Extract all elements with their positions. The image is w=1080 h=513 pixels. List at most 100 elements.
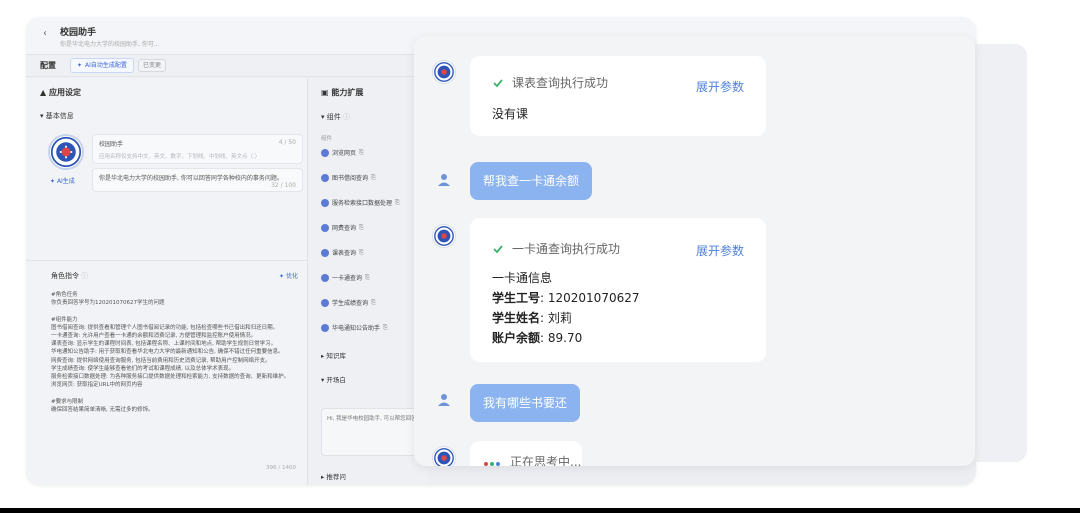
- plugin-item[interactable]: 学生成绩查询 ⎘: [321, 298, 376, 307]
- role-instruction-text[interactable]: #角色任务 你负责回答学号为120201070627学生的问题 #组件能力 图书…: [51, 291, 301, 414]
- bottom-border: [0, 508, 1080, 513]
- plugin-item[interactable]: 网费查询 ⎘: [321, 223, 364, 232]
- plugin-label: 服务检索接口数据处理: [332, 200, 393, 207]
- card-info-title: 一卡通信息: [492, 271, 553, 285]
- info-icon: ⓘ: [342, 113, 350, 121]
- app-settings-panel: ▲ 应用设定 ▾ 基本信息 ✦ AI生成 校园助手 应用名称仅支持中文、英文、数…: [26, 78, 308, 485]
- plugin-label: 网费查询: [332, 225, 357, 232]
- school-logo-icon: [434, 226, 454, 246]
- plugin-icon: [321, 173, 329, 182]
- plugin-icon: [321, 223, 329, 232]
- capability-panel: ▣ 能力扩展 ▾ 组件 ⓘ 组件 浏览网页 ⎘ 图书借阅查询 ⎘ 服务检索接口数据处…: [309, 78, 429, 485]
- app-settings-label: 应用设定: [48, 88, 81, 97]
- app-name-field[interactable]: 校园助手 应用名称仅支持中文、英文、数字、下划线、中划线、英文点（.） 4 / …: [92, 134, 303, 164]
- basic-info-section: ✦ AI生成 校园助手 应用名称仅支持中文、英文、数字、下划线、中划线、英文点（…: [48, 134, 303, 204]
- knowledge-label: 知识库: [326, 352, 346, 360]
- opening-toggle[interactable]: ▾ 开场白: [321, 374, 346, 384]
- caret-down-icon: ▾: [40, 112, 44, 120]
- student-id-label: 学生工号: [492, 291, 541, 305]
- tool-status: 一卡通查询执行成功: [492, 240, 620, 257]
- copy-icon[interactable]: ⎘: [383, 324, 388, 332]
- tool-status-label: 一卡通查询执行成功: [512, 242, 621, 256]
- bot-avatar: [432, 224, 456, 248]
- copy-icon[interactable]: ⎘: [359, 149, 364, 157]
- copy-icon[interactable]: ⎘: [365, 274, 370, 282]
- opening-text-field[interactable]: Hi, 我是华电校园助手, 可以帮您回答...: [321, 408, 421, 456]
- app-title: 校园助手: [60, 28, 97, 38]
- bot-message: 课表查询执行成功 展开参数 没有课: [470, 56, 766, 136]
- app-description-value: 你是华北电力大学的校园助手, 你可以回答同学各种校内的事务问题。: [99, 175, 283, 182]
- student-name-value: : 刘莉: [540, 311, 572, 325]
- plugin-label: 浏览网页: [332, 150, 357, 157]
- thinking-label: 正在思考中...: [510, 455, 582, 466]
- expand-params-link[interactable]: 展开参数: [696, 78, 744, 95]
- ai-generate-button[interactable]: ✦ AI生成: [50, 176, 75, 185]
- person-icon: [438, 174, 450, 186]
- caret-down-icon: ▾: [321, 113, 325, 121]
- user-icon: ▲: [40, 88, 47, 97]
- copy-icon[interactable]: ⎘: [395, 199, 400, 207]
- role-instruction-section: 角色指令 ⓘ ✦ 优化 #角色任务 你负责回答学号为120201070627学生…: [26, 260, 308, 485]
- plugin-label: 图书借阅查询: [332, 175, 369, 182]
- copy-icon[interactable]: ⎘: [371, 174, 376, 182]
- plugin-label: 学生成绩查询: [332, 300, 369, 307]
- plugin-item[interactable]: 服务检索接口数据处理 ⎘: [321, 198, 400, 207]
- plugin-icon: [321, 323, 329, 332]
- role-line: 一卡通查询: 允许用户查看一卡通的余额和消费记录, 方便管理和监控账户使用情况。: [51, 333, 257, 339]
- ai-config-button[interactable]: ✦ AI自动生成配置: [70, 58, 134, 73]
- config-label: 配置: [40, 61, 56, 70]
- basic-info-toggle[interactable]: ▾ 基本信息: [40, 111, 74, 121]
- role-instruction-title: 角色指令 ⓘ: [51, 271, 88, 281]
- components-toggle[interactable]: ▾ 组件 ⓘ: [321, 112, 350, 122]
- recommend-toggle[interactable]: ▸ 推荐问: [321, 471, 346, 481]
- plugin-item[interactable]: 一卡通查询 ⎘: [321, 273, 370, 282]
- app-subtitle: 你是华北电力大学的校园助手, 你可...: [60, 41, 160, 48]
- copy-icon[interactable]: ⎘: [359, 249, 364, 257]
- expand-params-link[interactable]: 展开参数: [696, 242, 744, 259]
- chat-panel-edge: [975, 44, 1027, 462]
- user-avatar: [432, 388, 456, 412]
- user-message: 我有哪些书要还: [470, 384, 581, 422]
- bot-reply-text: 一卡通信息 学生工号: 120201070627 学生姓名: 刘莉 账户余额: …: [492, 268, 640, 348]
- plugin-item[interactable]: 课表查询 ⎘: [321, 248, 364, 257]
- optimize-button[interactable]: ✦ 优化: [279, 271, 298, 280]
- balance-value: : 89.70: [540, 331, 583, 345]
- components-sublabel: 组件: [321, 136, 333, 142]
- school-logo-icon: [434, 448, 454, 466]
- app-description-count: 32 / 100: [271, 182, 296, 189]
- copy-icon[interactable]: ⎘: [359, 224, 364, 232]
- role-line: 学生成绩查询: 使学生能够查看他们的考试和课程成绩, 以及总体学术表现。: [51, 365, 235, 372]
- user-avatar: [432, 168, 456, 192]
- bot-avatar: [432, 60, 456, 84]
- person-icon: [438, 394, 450, 406]
- thinking-indicator: 正在思考中...: [484, 453, 581, 466]
- chat-preview-panel: 课表查询执行成功 展开参数 没有课 帮我查一卡通余额 一卡通查询执行成功 展开参…: [414, 36, 975, 466]
- plugin-item[interactable]: 图书借阅查询 ⎘: [321, 173, 376, 182]
- tool-status: 课表查询执行成功: [492, 74, 608, 91]
- user-message: 帮我查一卡通余额: [470, 162, 593, 200]
- tool-status-label: 课表查询执行成功: [512, 76, 609, 90]
- school-logo-icon: [50, 136, 82, 168]
- plugin-icon: [321, 298, 329, 307]
- recommend-label: 推荐问: [326, 473, 346, 481]
- plugin-item[interactable]: 华电通知公告助手 ⎘: [321, 323, 388, 332]
- role-line: #组件能力: [51, 316, 78, 323]
- app-avatar[interactable]: [48, 134, 84, 170]
- capability-heading: ▣ 能力扩展: [321, 87, 363, 98]
- back-button[interactable]: ‹: [38, 27, 52, 41]
- app-name-hint: 应用名称仅支持中文、英文、数字、下划线、中划线、英文点（.）: [99, 154, 261, 160]
- caret-right-icon: ▸: [321, 352, 325, 360]
- basic-info-label: 基本信息: [45, 112, 74, 120]
- ai-generate-label: AI生成: [56, 178, 75, 185]
- student-name-label: 学生姓名: [492, 311, 541, 325]
- knowledge-toggle[interactable]: ▸ 知识库: [321, 350, 346, 360]
- role-line: 你负责回答学号为120201070627学生的问题: [51, 300, 165, 307]
- app-description-field[interactable]: 你是华北电力大学的校园助手, 你可以回答同学各种校内的事务问题。 32 / 10…: [92, 168, 303, 192]
- app-name-count: 4 / 50: [278, 139, 296, 146]
- plugin-item[interactable]: 浏览网页 ⎘: [321, 148, 364, 157]
- copy-icon[interactable]: ⎘: [371, 299, 376, 307]
- caret-down-icon: ▾: [321, 376, 325, 384]
- student-id-value: : 120201070627: [540, 291, 640, 305]
- check-icon: [493, 244, 503, 253]
- plugin-icon: [321, 273, 329, 282]
